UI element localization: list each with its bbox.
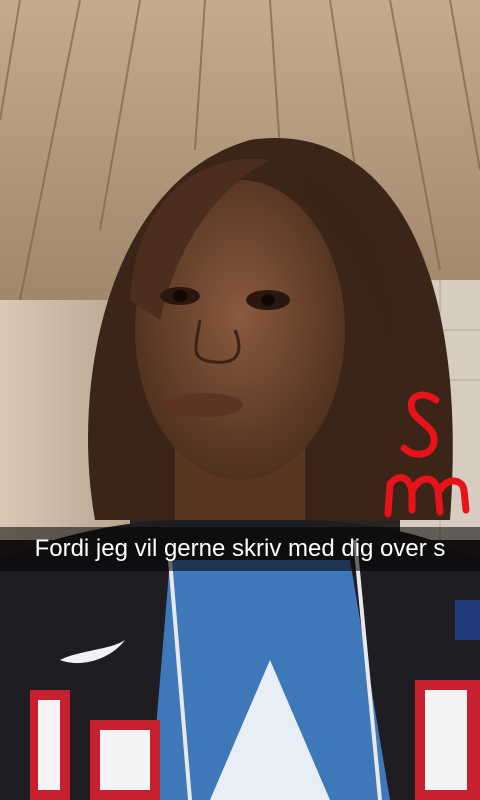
caption-bar: Fordi jeg vil gerne skriv med dig over s: [0, 527, 480, 571]
snap-viewer[interactable]: Fordi jeg vil gerne skriv med dig over s: [0, 0, 480, 800]
doodle-drawing: [384, 391, 470, 518]
caption-text: Fordi jeg vil gerne skriv med dig over s: [34, 535, 446, 562]
